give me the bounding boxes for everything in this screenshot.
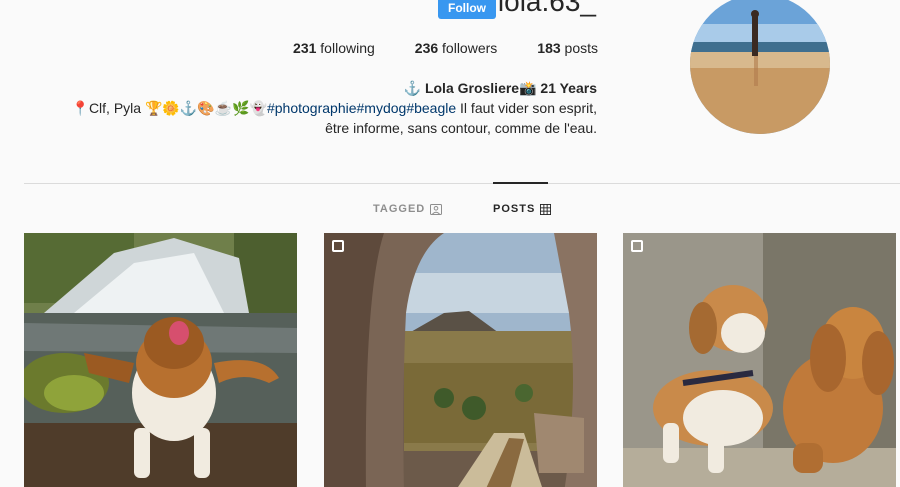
tab-posts-label: POSTS (493, 203, 536, 215)
stat-followers-count: 236 (414, 40, 439, 56)
active-tab-indicator (493, 182, 548, 184)
multiple-photos-icon (332, 240, 344, 252)
tag-icon (430, 203, 443, 215)
post-thumbnail-2[interactable] (324, 233, 597, 487)
stat-following-count: 231 (293, 40, 317, 56)
profile-stats: 231 following 236 followers 183 posts (293, 40, 598, 56)
multiple-photos-icon (631, 240, 643, 252)
post-thumbnail-3[interactable] (623, 233, 896, 487)
grid-icon (540, 203, 552, 215)
profile-bio: ⚓ Lola Grosliere📸 21 Years 📍Clf, Pyla 🏆🌼… (0, 78, 597, 138)
tab-posts[interactable]: POSTS (493, 203, 552, 215)
post-image-cave-view (324, 233, 597, 487)
stat-following-label: following (320, 40, 375, 56)
profile-username: lola.63_ (497, 0, 596, 17)
tabs-divider (24, 183, 900, 184)
stat-followers-label: followers (442, 40, 498, 56)
bio-line-3: être informe, sans contour, comme de l'e… (325, 120, 597, 136)
stat-posts-label: posts (564, 40, 598, 56)
stat-followers[interactable]: 236 followers (415, 40, 498, 56)
bio-name-line: ⚓ Lola Grosliere📸 21 Years (403, 80, 597, 96)
bio-hashtags[interactable]: #photographie#mydog#beagle (267, 100, 456, 116)
follow-button[interactable]: Follow (438, 0, 496, 19)
post-image-beagle-waterfall (24, 233, 297, 487)
tab-tagged[interactable]: TAGGED (373, 203, 443, 215)
bio-line-2: 📍Clf, Pyla 🏆🌼⚓🎨☕🌿👻#photographie#mydog#be… (0, 98, 597, 118)
bio-line2-prefix: 📍Clf, Pyla 🏆🌼⚓🎨☕🌿👻 (71, 100, 267, 116)
post-image-two-dogs (623, 233, 896, 487)
stat-posts: 183 posts (537, 40, 598, 56)
post-thumbnail-1[interactable] (24, 233, 297, 487)
tab-tagged-label: TAGGED (373, 203, 426, 215)
stat-posts-count: 183 (537, 40, 561, 56)
stat-following[interactable]: 231 following (293, 40, 375, 56)
bio-line2-suffix: Il faut vider son esprit, (456, 100, 597, 116)
profile-avatar[interactable] (690, 0, 830, 134)
